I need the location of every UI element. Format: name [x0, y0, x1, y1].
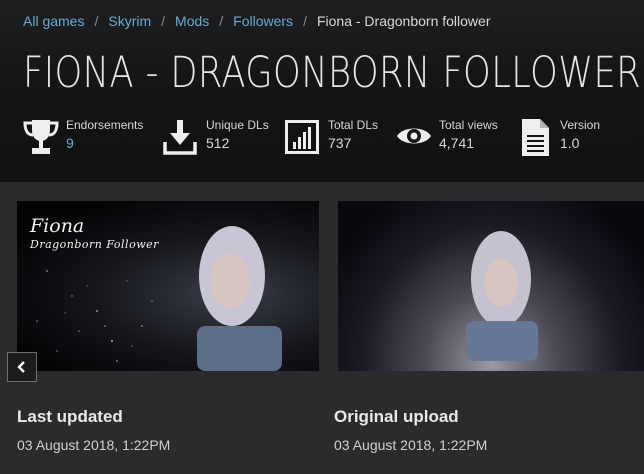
gallery-image[interactable] — [338, 201, 644, 371]
stat-label: Total views — [439, 118, 498, 132]
stat-unique-downloads: Unique DLs 512 — [162, 118, 272, 158]
trophy-icon — [23, 120, 59, 154]
stat-label: Unique DLs — [206, 118, 269, 132]
stat-value: 1.0 — [560, 135, 580, 151]
breadcrumb: All games / Skyrim / Mods / Followers / … — [23, 13, 490, 29]
download-icon — [163, 120, 197, 155]
breadcrumb-skyrim[interactable]: Skyrim — [108, 13, 151, 29]
chevron-left-icon — [17, 361, 25, 373]
breadcrumb-separator: / — [94, 13, 99, 29]
stat-label: Total DLs — [328, 118, 379, 132]
stat-value[interactable]: 9 — [66, 134, 143, 152]
page-title: FIONA - DRAGONBORN FOLLOWER — [23, 48, 642, 98]
last-updated: Last updated 03 August 2018, 1:22PM — [17, 407, 170, 453]
image-artwork — [466, 231, 538, 361]
breadcrumb-followers[interactable]: Followers — [233, 13, 293, 29]
gallery-image[interactable]: Fiona Dragonborn Follower — [17, 201, 319, 371]
breadcrumb-separator: / — [161, 13, 166, 29]
image-caption-title: Fiona — [30, 215, 85, 237]
stat-total-downloads: Total DLs 737 — [285, 118, 395, 158]
breadcrumb-separator: / — [219, 13, 224, 29]
document-icon — [522, 119, 549, 156]
original-upload: Original upload 03 August 2018, 1:22PM — [334, 407, 487, 453]
stat-value: 737 — [328, 135, 352, 151]
bar-chart-icon — [285, 120, 319, 154]
stat-value: 4,741 — [439, 135, 475, 151]
stat-label: Endorsements — [66, 118, 144, 132]
image-caption-subtitle: Dragonborn Follower — [30, 238, 159, 251]
breadcrumb-separator: / — [303, 13, 307, 29]
stat-total-views: Total views 4,741 — [396, 118, 514, 158]
stat-label: Version — [560, 118, 601, 132]
mod-header: All games / Skyrim / Mods / Followers / … — [0, 0, 644, 182]
carousel-prev-button[interactable] — [7, 352, 37, 382]
last-updated-value: 03 August 2018, 1:22PM — [17, 437, 171, 453]
breadcrumb-current: Fiona - Dragonborn follower — [316, 13, 491, 29]
stat-version: Version 1.0 — [518, 118, 618, 158]
original-upload-label: Original upload — [334, 407, 459, 426]
eye-icon — [397, 128, 431, 144]
last-updated-label: Last updated — [17, 407, 123, 426]
breadcrumb-all-games[interactable]: All games — [23, 13, 84, 29]
stat-endorsements[interactable]: Endorsements 9 — [23, 118, 153, 158]
breadcrumb-mods[interactable]: Mods — [175, 13, 209, 29]
stat-value: 512 — [206, 135, 230, 151]
original-upload-value: 03 August 2018, 1:22PM — [334, 437, 488, 453]
